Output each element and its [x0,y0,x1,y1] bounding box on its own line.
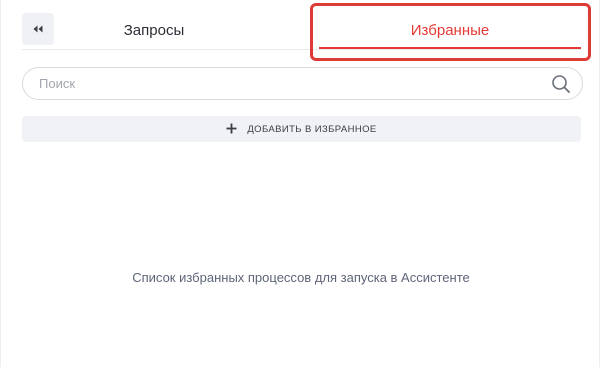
tab-favorites[interactable]: Избранные [321,13,579,47]
double-chevron-left-icon [32,20,44,38]
tab-requests[interactable]: Запросы [54,13,254,47]
tab-requests-label: Запросы [123,21,185,39]
search-input[interactable] [23,68,546,99]
search-icon[interactable] [546,69,576,99]
active-tab-indicator [319,47,581,49]
favorites-panel: Запросы Избранные ДОБАВИТЬ В ИЗБРАННОЕ С… [0,0,600,367]
empty-state-message: Список избранных процессов для запуска в… [132,270,470,285]
collapse-panel-button[interactable] [22,13,54,45]
tab-favorites-label: Избранные [410,21,490,39]
add-to-favorites-button[interactable]: ДОБАВИТЬ В ИЗБРАННОЕ [22,116,581,142]
tabs-divider [22,49,581,50]
plus-icon [226,122,237,137]
search-bar [22,67,583,100]
panel-header: Запросы Избранные [1,0,600,61]
add-to-favorites-label: ДОБАВИТЬ В ИЗБРАННОЕ [247,123,377,135]
